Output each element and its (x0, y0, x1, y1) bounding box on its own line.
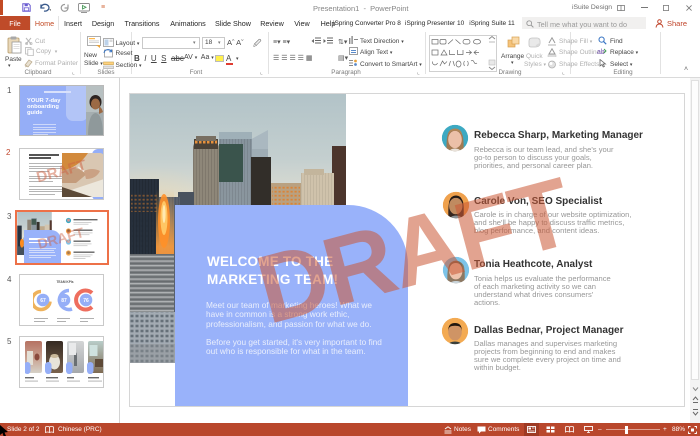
svg-text:ab: ab (597, 49, 605, 56)
svg-text:67: 67 (40, 298, 46, 304)
svg-text:87: 87 (61, 298, 67, 304)
svg-text:76: 76 (83, 298, 89, 304)
